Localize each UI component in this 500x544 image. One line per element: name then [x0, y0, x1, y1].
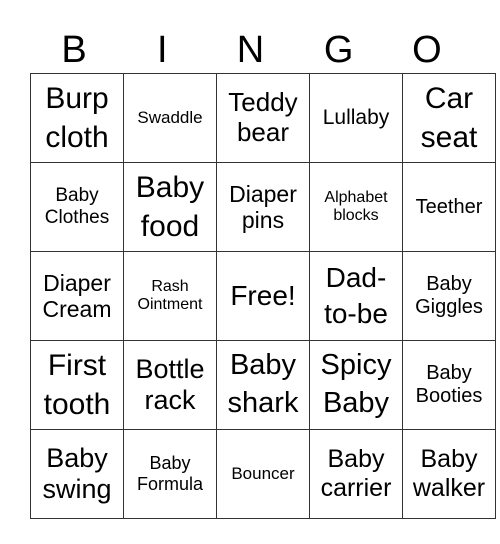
- bingo-cell[interactable]: Spicy Baby: [309, 340, 403, 430]
- bingo-grid: Burp cloth Swaddle Teddy bear Lullaby Car se…: [30, 73, 496, 519]
- bingo-cell[interactable]: Rash Ointment: [123, 251, 217, 341]
- bingo-cell[interactable]: Burp cloth: [30, 73, 124, 163]
- bingo-row: Diaper Cream Rash Ointment Free! Dad-to-be B…: [30, 251, 496, 341]
- bingo-cell[interactable]: Lullaby: [309, 73, 403, 163]
- header-letter-i: I: [157, 29, 168, 71]
- bingo-row: Burp cloth Swaddle Teddy bear Lullaby Car se…: [30, 73, 496, 163]
- bingo-cell[interactable]: Baby shark: [216, 340, 310, 430]
- bingo-cell[interactable]: Baby food: [123, 162, 217, 252]
- header-letter-n: N: [236, 29, 265, 71]
- bingo-row: First tooth Bottle rack Baby shark Spicy Ba…: [30, 340, 496, 430]
- bingo-cell[interactable]: Diaper Cream: [30, 251, 124, 341]
- header-letter-o: O: [412, 29, 442, 71]
- bingo-cell[interactable]: Bouncer: [216, 429, 310, 519]
- bingo-cell[interactable]: Dad-to-be: [309, 251, 403, 341]
- bingo-cell[interactable]: Alphabet blocks: [309, 162, 403, 252]
- bingo-cell[interactable]: Baby Formula: [123, 429, 217, 519]
- bingo-cell[interactable]: Swaddle: [123, 73, 217, 163]
- bingo-row: Baby Clothes Baby food Diaper pins Alphabet…: [30, 162, 496, 252]
- bingo-header: B I N G O: [30, 26, 471, 74]
- bingo-cell[interactable]: Baby walker: [402, 429, 496, 519]
- bingo-cell[interactable]: Diaper pins: [216, 162, 310, 252]
- bingo-cell[interactable]: Free!: [216, 251, 310, 341]
- bingo-row: Baby swing Baby Formula Bouncer Baby carrie…: [30, 429, 496, 519]
- bingo-cell[interactable]: First tooth: [30, 340, 124, 430]
- bingo-cell[interactable]: Car seat: [402, 73, 496, 163]
- bingo-cell[interactable]: Teether: [402, 162, 496, 252]
- bingo-cell[interactable]: Baby Giggles: [402, 251, 496, 341]
- bingo-cell[interactable]: Bottle rack: [123, 340, 217, 430]
- bingo-cell[interactable]: Baby swing: [30, 429, 124, 519]
- bingo-cell[interactable]: Baby Booties: [402, 340, 496, 430]
- bingo-cell[interactable]: Baby carrier: [309, 429, 403, 519]
- header-letter-g: G: [323, 29, 354, 71]
- header-letter-b: B: [61, 29, 87, 71]
- bingo-cell[interactable]: Baby Clothes: [30, 162, 124, 252]
- bingo-cell[interactable]: Teddy bear: [216, 73, 310, 163]
